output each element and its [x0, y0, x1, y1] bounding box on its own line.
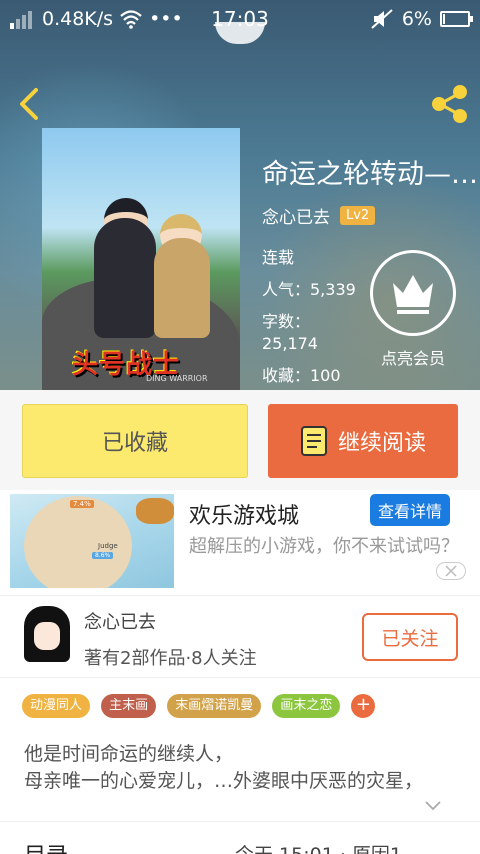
author-card[interactable]: 念心已去 著有2部作品·8人关注 已关注 [0, 595, 480, 677]
favorites-count: 收藏：100 [262, 366, 341, 385]
word-count-label: 字数： [262, 312, 311, 331]
tag-chip[interactable]: 画末之恋 [272, 694, 341, 718]
chevron-left-icon [20, 88, 38, 120]
action-bar: 已收藏 继续阅读 [0, 390, 480, 490]
tag-chip[interactable]: 动漫同人 [22, 694, 91, 718]
table-of-contents[interactable]: 目录 今天 15:01 · 原因1… [0, 821, 480, 854]
vip-label[interactable]: 点亮会员 [370, 345, 456, 369]
share-icon [432, 85, 467, 123]
share-button[interactable] [428, 82, 472, 126]
author-name[interactable]: 念心已去 [84, 608, 156, 634]
description-line: 母亲唯一的心爱宠儿，…外婆眼中厌恶的灾星， [24, 770, 424, 792]
continue-reading-label: 继续阅读 [337, 431, 426, 456]
battery-icon [440, 11, 473, 27]
chevron-down-icon[interactable] [424, 797, 442, 815]
close-icon [445, 565, 457, 577]
avatar-face [34, 622, 60, 650]
favorited-button[interactable]: 已收藏 [22, 404, 248, 478]
serial-status: 连载 [262, 248, 295, 267]
tag-chip[interactable]: 主末画 [101, 694, 157, 718]
word-count-value: 25,174 [262, 334, 318, 353]
cover-logo-subtitle: DING WARRIOR [146, 374, 208, 383]
vip-button[interactable] [370, 250, 456, 336]
level-badge: Lv2 [340, 206, 376, 225]
popularity: 人气：5,339 [262, 280, 356, 299]
signal-icon [10, 11, 32, 29]
book-author[interactable]: 念心已去 [262, 203, 330, 228]
ad-image-hamburger [136, 498, 174, 524]
favorited-label: 已收藏 [101, 431, 168, 456]
continue-reading-button[interactable]: 继续阅读 [268, 404, 458, 478]
ad-image-tag: 7.4% [70, 500, 94, 508]
avatar[interactable] [22, 604, 72, 668]
tag-chip[interactable]: 末画熠诺凯曼 [167, 694, 262, 718]
book-cover[interactable]: 头号战士 DING WARRIOR [42, 128, 240, 390]
follow-button[interactable]: 已关注 [362, 613, 458, 661]
ad-description: 超解压的小游戏，你不来试试吗？ [189, 536, 459, 557]
tag-list: 动漫同人 主末画 末画熠诺凯曼 画末之恋 + [0, 677, 480, 733]
ad-image-tag: 8.6% [92, 552, 114, 559]
book-author-line: 念心已去 Lv2 [262, 203, 376, 228]
more-indicator: ••• [149, 8, 183, 30]
cover-character [154, 238, 210, 338]
book-title: 命运之轮转动—… [262, 159, 476, 190]
author-summary: 著有2部作品·8人关注 [84, 648, 257, 669]
ad-banner[interactable]: 7.4% Judge 8.6% 欢乐游戏城 查看详情 超解压的小游戏，你不来试试… [0, 490, 480, 595]
ad-details-button[interactable]: 查看详情 [370, 494, 451, 526]
add-tag-button[interactable]: + [351, 694, 376, 718]
ad-close-button[interactable] [436, 562, 466, 580]
description-line: 他是时间命运的继续人， [24, 743, 234, 765]
network-speed: 0.48K/s [42, 8, 114, 30]
back-button[interactable] [12, 82, 52, 126]
wifi-icon [120, 10, 142, 29]
book-icon [300, 426, 327, 456]
toc-latest-update[interactable]: 今天 15:01 · 原因1… [235, 840, 421, 854]
ad-image-tag: Judge [98, 542, 118, 550]
crown-icon [393, 275, 433, 314]
toc-title[interactable]: 目录 [24, 838, 68, 854]
cover-character [94, 218, 156, 338]
battery-percent: 6% [401, 8, 432, 30]
book-description[interactable]: 他是时间命运的继续人， 母亲唯一的心爱宠儿，…外婆眼中厌恶的灾星， [0, 733, 480, 821]
ad-title[interactable]: 欢乐游戏城 [189, 498, 299, 530]
ad-image[interactable]: 7.4% Judge 8.6% [10, 494, 174, 588]
mute-icon [371, 9, 393, 29]
